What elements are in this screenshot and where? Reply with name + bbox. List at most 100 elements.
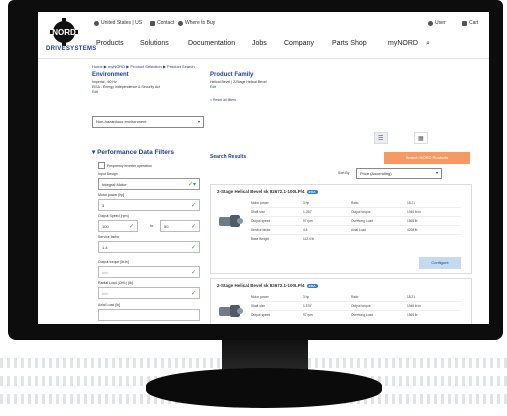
spec-value: 1946 lb-in [407, 210, 421, 214]
sort-select[interactable]: Price (Ascending) ▾ [356, 168, 442, 179]
gearmotor-image [219, 215, 243, 227]
service-factor-input[interactable]: 1.4 ✓ [98, 241, 200, 253]
spec-label: Base Weight [251, 237, 270, 241]
monitor-bezel: NORD DRIVESYSTEMS United States | US Con… [8, 0, 503, 340]
product-card[interactable]: 2-Stage Helical Bevel sk 92672.1-100LP/4… [210, 184, 472, 274]
main-nav: Products Solutions Documentation Jobs Co… [90, 40, 489, 56]
country-selector[interactable]: United States | US [94, 20, 142, 26]
spec-value: 3 hp [303, 201, 310, 205]
spec-label: Output speed [251, 313, 271, 317]
motor-power-label: Motor power [hp] [98, 193, 125, 197]
browser-screen: NORD DRIVESYSTEMS United States | US Con… [38, 12, 489, 324]
checkbox-icon [98, 162, 105, 169]
check-icon: ✓ [190, 291, 196, 297]
spec-value: 1.250" [303, 210, 313, 214]
env-edit-link[interactable]: Edit [92, 90, 98, 94]
spec-label: Overhung Load [351, 313, 373, 317]
spec-divider [251, 310, 461, 311]
spec-label: Overhung Load [351, 219, 373, 223]
list-view-toggle[interactable]: ☰ [374, 132, 388, 144]
spec-divider [251, 216, 461, 217]
spec-label: Output torque [351, 210, 371, 214]
spec-label: Axial Load [351, 228, 366, 232]
spec-value: 97 rpm [303, 313, 313, 317]
nav-mynord[interactable]: myNORD [388, 40, 418, 47]
output-speed-max-input[interactable]: 50 ✓ [160, 220, 200, 232]
env-line: EISA - Energy Independence & Security Ac… [92, 85, 160, 89]
spec-divider [251, 301, 461, 302]
where-to-buy-link[interactable]: Where to Buy [178, 20, 215, 26]
motor-power-input[interactable]: 3 ✓ [98, 199, 200, 211]
nav-company[interactable]: Company [284, 40, 314, 47]
check-icon: ✓ [128, 224, 134, 230]
sort-label: Sort By [338, 171, 350, 175]
spec-divider [251, 234, 461, 235]
nav-jobs[interactable]: Jobs [252, 40, 267, 47]
product-title: 2-Stage Helical Bevel sk 92672.1-100LP/4 [217, 283, 305, 288]
eisa-badge: EISA [306, 284, 318, 288]
monitor-stand-base [146, 368, 382, 408]
svg-text:NORD: NORD [52, 28, 76, 37]
spec-label: Motor power [251, 201, 269, 205]
spec-value: 3 hp [303, 295, 310, 299]
product-card[interactable]: 2-Stage Helical Bevel sk 92672.1-100LP/4… [210, 278, 472, 324]
search-icon[interactable]: ⌕ [426, 40, 430, 48]
location-pin-icon [178, 20, 183, 26]
spec-value: 1565 lb [407, 219, 418, 223]
configure-button[interactable]: Configure [419, 257, 461, 269]
nav-documentation[interactable]: Documentation [188, 40, 235, 47]
performance-filters-title[interactable]: ▾ Performance Data Filters [92, 148, 174, 156]
frequency-inverter-checkbox[interactable]: Frequency inverter operation [98, 162, 152, 169]
output-speed-label: Output Speed [rpm] [98, 214, 129, 218]
radial-load-label: Radial Load (OHL) [lb] [98, 281, 133, 285]
spec-value: 4208 lb [407, 228, 418, 232]
user-link[interactable]: User [428, 20, 446, 26]
radial-load-input[interactable]: min ✓ [98, 287, 200, 299]
environment-select[interactable]: Non-hazardous environment ▾ [92, 116, 204, 128]
globe-icon [94, 20, 99, 26]
product-family-title: Product Family [210, 72, 254, 78]
chevron-down-icon: ▾ [435, 170, 438, 175]
pf-edit-link[interactable]: Edit [210, 85, 216, 89]
cart-icon [462, 20, 467, 26]
grid-view-toggle[interactable]: ▦ [414, 132, 428, 144]
input-design-label: Input Design [98, 172, 118, 176]
chevron-down-icon: ▾ [197, 119, 200, 124]
pf-line: Helical Bevel | 2-Stage Helical Bevel [210, 80, 267, 84]
output-speed-min-input[interactable]: 100 ✓ [98, 220, 138, 232]
nav-solutions[interactable]: Solutions [140, 40, 169, 47]
gearmotor-image [219, 305, 243, 317]
gear-logo-icon: NORD [50, 18, 78, 46]
eisa-badge: EISA [306, 190, 318, 194]
contact-link[interactable]: Contact [150, 20, 174, 26]
list-icon: ☰ [378, 136, 384, 142]
spec-divider [251, 207, 461, 208]
input-design-select[interactable]: Integral Motor ✓▾ [98, 178, 200, 190]
reset-filters-link[interactable]: < Reset all filters [210, 98, 236, 102]
breadcrumb[interactable]: Home ▶ myNORD ▶ Product Selection ▶ Prod… [92, 64, 195, 69]
spec-label: Output speed [251, 219, 271, 223]
spec-label: Shaft size [251, 210, 265, 214]
nav-products[interactable]: Products [96, 40, 124, 47]
search-results-title: Search Results [210, 154, 247, 160]
environment-title: Environment [92, 72, 129, 78]
service-factor-label: Service factor [98, 235, 120, 239]
spec-divider [251, 225, 461, 226]
axial-load-input[interactable] [98, 309, 200, 321]
check-icon: ✓ [190, 224, 196, 230]
spec-label: Shaft size [251, 304, 265, 308]
search-nord-products-button[interactable]: Search NORD Products [384, 152, 470, 164]
nord-logo[interactable]: NORD DRIVESYSTEMS [44, 18, 96, 58]
nav-divider [38, 58, 489, 59]
grid-icon: ▦ [418, 136, 424, 142]
cart-link[interactable]: Cart [462, 20, 478, 26]
nav-parts-shop[interactable]: Parts Shop [332, 40, 367, 47]
check-icon: ✓▾ [187, 182, 196, 188]
env-line: Imperial - 60 Hz [92, 80, 117, 84]
output-torque-input[interactable]: min ✓ [98, 266, 200, 278]
check-icon: ✓ [190, 270, 196, 276]
axial-load-label: Axial Load [lb] [98, 303, 120, 307]
spec-label: Service factor [251, 228, 271, 232]
spec-label: Output torque [351, 304, 371, 308]
product-title: 2-Stage Helical Bevel sk 92672.1-100LP/4 [217, 189, 305, 194]
